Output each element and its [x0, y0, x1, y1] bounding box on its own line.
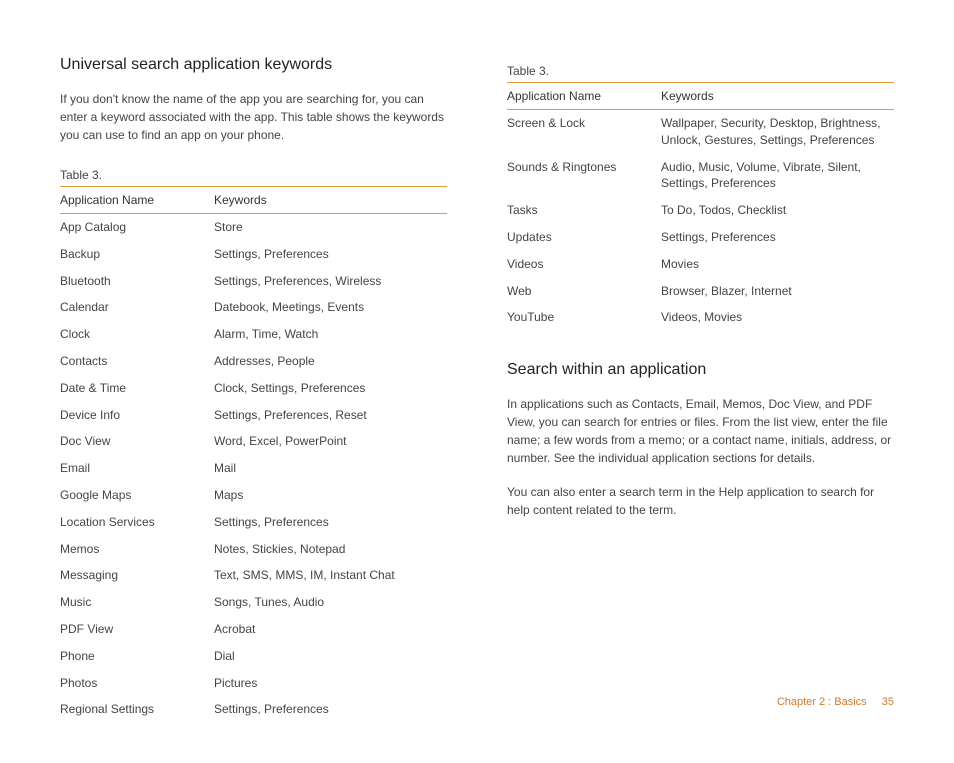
cell-app-name: Memos — [60, 536, 214, 563]
cell-app-name: Contacts — [60, 348, 214, 375]
table-row: YouTubeVideos, Movies — [507, 304, 894, 331]
right-column: Table 3. Application Name Keywords Scree… — [507, 56, 894, 723]
cell-app-name: Web — [507, 278, 661, 305]
table-row: Device InfoSettings, Preferences, Reset — [60, 402, 447, 429]
cell-app-name: Bluetooth — [60, 268, 214, 295]
cell-keywords: Settings, Preferences — [214, 696, 447, 723]
cell-app-name: Videos — [507, 251, 661, 278]
intro-paragraph: If you don't know the name of the app yo… — [60, 90, 447, 144]
cell-keywords: Alarm, Time, Watch — [214, 321, 447, 348]
page-footer: Chapter 2 : Basics 35 — [777, 696, 894, 708]
footer-page-number: 35 — [882, 696, 894, 708]
cell-keywords: Addresses, People — [214, 348, 447, 375]
heading-search-within-app: Search within an application — [507, 361, 894, 379]
keywords-table-left: Application Name Keywords App CatalogSto… — [60, 186, 447, 723]
table-caption-left: Table 3. — [60, 160, 447, 182]
cell-app-name: Regional Settings — [60, 696, 214, 723]
cell-keywords: Pictures — [214, 670, 447, 697]
cell-app-name: YouTube — [507, 304, 661, 331]
cell-keywords: Audio, Music, Volume, Vibrate, Silent, S… — [661, 154, 894, 198]
cell-app-name: Sounds & Ringtones — [507, 154, 661, 198]
th-app-name-left: Application Name — [60, 187, 214, 214]
table-row: MessagingText, SMS, MMS, IM, Instant Cha… — [60, 562, 447, 589]
table-caption-right: Table 3. — [507, 56, 894, 78]
cell-keywords: Text, SMS, MMS, IM, Instant Chat — [214, 562, 447, 589]
left-column: Universal search application keywords If… — [60, 56, 447, 723]
cell-app-name: Calendar — [60, 294, 214, 321]
th-keywords-right: Keywords — [661, 83, 894, 110]
cell-keywords: Videos, Movies — [661, 304, 894, 331]
cell-app-name: Tasks — [507, 197, 661, 224]
cell-keywords: Dial — [214, 643, 447, 670]
cell-keywords: Movies — [661, 251, 894, 278]
th-app-name-right: Application Name — [507, 83, 661, 110]
th-keywords-left: Keywords — [214, 187, 447, 214]
search-within-para1: In applications such as Contacts, Email,… — [507, 395, 894, 467]
table-row: Sounds & RingtonesAudio, Music, Volume, … — [507, 154, 894, 198]
cell-keywords: Datebook, Meetings, Events — [214, 294, 447, 321]
cell-keywords: Settings, Preferences — [214, 509, 447, 536]
cell-keywords: Clock, Settings, Preferences — [214, 375, 447, 402]
table-row: MusicSongs, Tunes, Audio — [60, 589, 447, 616]
table-row: BackupSettings, Preferences — [60, 241, 447, 268]
cell-keywords: Songs, Tunes, Audio — [214, 589, 447, 616]
table-row: PhotosPictures — [60, 670, 447, 697]
keywords-table-right: Application Name Keywords Screen & LockW… — [507, 82, 894, 331]
cell-app-name: Google Maps — [60, 482, 214, 509]
table-row: UpdatesSettings, Preferences — [507, 224, 894, 251]
cell-app-name: Doc View — [60, 428, 214, 455]
table-row: Google MapsMaps — [60, 482, 447, 509]
cell-app-name: PDF View — [60, 616, 214, 643]
cell-keywords: Settings, Preferences, Reset — [214, 402, 447, 429]
cell-app-name: Screen & Lock — [507, 110, 661, 154]
table-row: Regional SettingsSettings, Preferences — [60, 696, 447, 723]
cell-keywords: Settings, Preferences — [214, 241, 447, 268]
cell-app-name: Device Info — [60, 402, 214, 429]
cell-app-name: App Catalog — [60, 214, 214, 241]
cell-keywords: Word, Excel, PowerPoint — [214, 428, 447, 455]
cell-app-name: Phone — [60, 643, 214, 670]
cell-keywords: Notes, Stickies, Notepad — [214, 536, 447, 563]
table-row: Screen & LockWallpaper, Security, Deskto… — [507, 110, 894, 154]
cell-keywords: To Do, Todos, Checklist — [661, 197, 894, 224]
cell-app-name: Clock — [60, 321, 214, 348]
cell-keywords: Settings, Preferences — [661, 224, 894, 251]
table-row: EmailMail — [60, 455, 447, 482]
cell-keywords: Mail — [214, 455, 447, 482]
heading-universal-search: Universal search application keywords — [60, 56, 447, 74]
table-row: ContactsAddresses, People — [60, 348, 447, 375]
cell-app-name: Backup — [60, 241, 214, 268]
table-row: TasksTo Do, Todos, Checklist — [507, 197, 894, 224]
cell-keywords: Browser, Blazer, Internet — [661, 278, 894, 305]
cell-keywords: Maps — [214, 482, 447, 509]
table-row: App CatalogStore — [60, 214, 447, 241]
cell-app-name: Email — [60, 455, 214, 482]
table-row: MemosNotes, Stickies, Notepad — [60, 536, 447, 563]
cell-app-name: Date & Time — [60, 375, 214, 402]
cell-app-name: Messaging — [60, 562, 214, 589]
cell-app-name: Updates — [507, 224, 661, 251]
cell-keywords: Settings, Preferences, Wireless — [214, 268, 447, 295]
table-row: WebBrowser, Blazer, Internet — [507, 278, 894, 305]
table-row: BluetoothSettings, Preferences, Wireless — [60, 268, 447, 295]
table-row: ClockAlarm, Time, Watch — [60, 321, 447, 348]
table-row: CalendarDatebook, Meetings, Events — [60, 294, 447, 321]
table-row: Date & TimeClock, Settings, Preferences — [60, 375, 447, 402]
table-row: PhoneDial — [60, 643, 447, 670]
footer-chapter: Chapter 2 : Basics — [777, 696, 867, 708]
cell-app-name: Music — [60, 589, 214, 616]
cell-keywords: Wallpaper, Security, Desktop, Brightness… — [661, 110, 894, 154]
cell-keywords: Acrobat — [214, 616, 447, 643]
table-row: Doc ViewWord, Excel, PowerPoint — [60, 428, 447, 455]
table-row: PDF ViewAcrobat — [60, 616, 447, 643]
table-row: Location ServicesSettings, Preferences — [60, 509, 447, 536]
table-row: VideosMovies — [507, 251, 894, 278]
search-within-para2: You can also enter a search term in the … — [507, 483, 894, 519]
cell-app-name: Photos — [60, 670, 214, 697]
cell-app-name: Location Services — [60, 509, 214, 536]
cell-keywords: Store — [214, 214, 447, 241]
